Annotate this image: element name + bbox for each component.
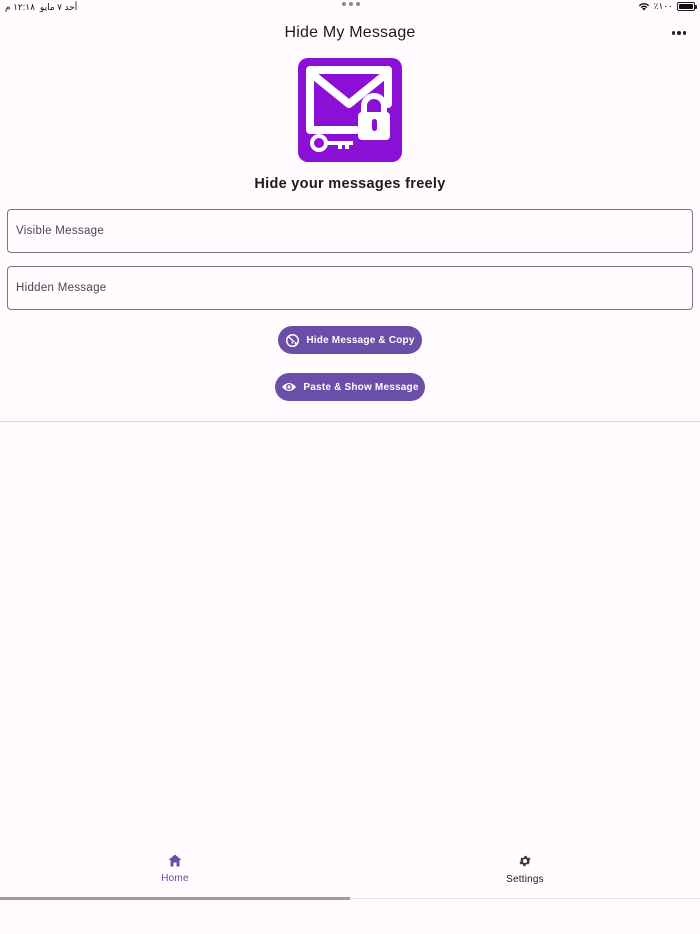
bottom-navigation: Home Settings: [0, 840, 700, 900]
status-bar: أحد ٧ مايو ١٢:١٨ م ٪١٠٠: [0, 0, 700, 14]
gear-icon: [519, 855, 531, 867]
headline: Hide your messages freely: [254, 176, 446, 192]
paste-show-message-button[interactable]: Paste & Show Message: [275, 373, 425, 401]
page-title: Hide My Message: [284, 24, 416, 41]
app-screen: أحد ٧ مايو ١٢:١٨ م ٪١٠٠ Hide My Message: [0, 0, 700, 934]
battery-percent: ٪١٠٠: [653, 1, 673, 11]
more-horizontal-icon[interactable]: [668, 26, 690, 40]
status-time: ١٢:١٨ م: [5, 2, 35, 12]
nav-label-settings: Settings: [506, 874, 544, 885]
nav-item-settings[interactable]: Settings: [350, 840, 700, 898]
eye-off-icon: [286, 333, 300, 347]
visible-message-input[interactable]: [16, 225, 684, 237]
nav-item-home[interactable]: Home: [0, 840, 350, 898]
multitasking-dots-icon[interactable]: [342, 2, 360, 6]
visible-message-field[interactable]: [7, 209, 693, 253]
hidden-message-input[interactable]: [16, 282, 684, 294]
status-indicators: ٪١٠٠: [638, 1, 697, 12]
app-logo: [298, 58, 402, 162]
home-icon: [168, 854, 182, 867]
hidden-message-field[interactable]: [7, 266, 693, 310]
hide-message-copy-button[interactable]: Hide Message & Copy: [278, 326, 422, 354]
status-datetime: أحد ٧ مايو ١٢:١٨ م: [5, 2, 77, 13]
eye-icon: [282, 383, 297, 391]
status-date: أحد ٧ مايو: [39, 2, 78, 12]
envelope-lock-key-icon: [306, 66, 392, 152]
hide-message-copy-label: Hide Message & Copy: [306, 334, 415, 346]
divider: [0, 421, 700, 422]
paste-show-message-label: Paste & Show Message: [303, 381, 419, 393]
nav-label-home: Home: [161, 873, 189, 884]
battery-icon: [677, 2, 697, 11]
wifi-icon: [638, 3, 649, 11]
selected-tab-indicator: [0, 897, 350, 900]
nav-bottom-line: [350, 898, 700, 899]
